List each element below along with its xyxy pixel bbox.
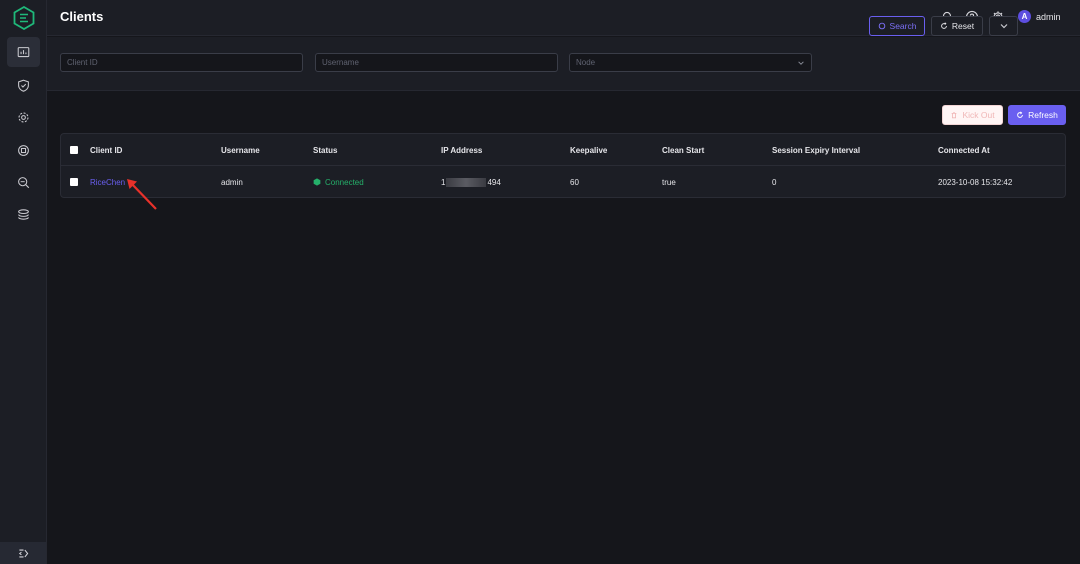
clean-start-cell: true (662, 177, 676, 187)
collapse-icon (18, 549, 28, 557)
sidebar-item-system[interactable] (7, 199, 40, 229)
column-header-clean-start[interactable]: Clean Start (662, 134, 704, 166)
sidebar-collapse-button[interactable] (0, 542, 46, 564)
refresh-button[interactable]: Refresh (1008, 105, 1066, 125)
kick-out-button-label: Kick Out (962, 110, 995, 120)
refresh-button-label: Refresh (1028, 110, 1058, 120)
table-header-row: Client ID Username Status IP Address Kee… (61, 134, 1065, 166)
user-menu[interactable]: A admin (1018, 10, 1061, 23)
chevron-down-icon (1000, 24, 1007, 29)
trash-icon (952, 112, 957, 119)
ip-redaction (446, 177, 487, 187)
ip-prefix: 1 (441, 177, 446, 187)
table-row: RiceChen admin Connected 1 494 60 true 0… (61, 166, 1065, 198)
kick-out-button[interactable]: Kick Out (942, 105, 1003, 125)
client-id-link[interactable]: RiceChen (90, 178, 125, 187)
column-header-keepalive[interactable]: Keepalive (570, 134, 607, 166)
keepalive-cell: 60 (570, 177, 579, 187)
page-title: Clients (60, 9, 104, 24)
sidebar-item-integration[interactable] (7, 135, 40, 165)
search-button[interactable]: Search (869, 16, 925, 36)
emqx-logo-icon[interactable] (12, 6, 36, 30)
node-select-placeholder: Node (576, 58, 596, 67)
select-all-checkbox[interactable] (70, 146, 78, 154)
column-header-connected-at[interactable]: Connected At (938, 134, 990, 166)
top-header: Clients A admin (47, 0, 1080, 36)
shield-icon (18, 79, 29, 92)
search-button-label: Search (889, 21, 917, 31)
connected-at-cell: 2023-10-08 15:32:42 (938, 177, 1013, 187)
session-expiry-cell: 0 (772, 177, 777, 187)
dashboard-icon (17, 46, 30, 57)
diagnose-icon (18, 176, 30, 188)
user-name: admin (1036, 11, 1061, 22)
clients-table: Client ID Username Status IP Address Kee… (60, 133, 1066, 198)
reset-icon (941, 22, 947, 29)
column-header-status[interactable]: Status (313, 134, 337, 166)
status-cell: Connected (313, 166, 364, 198)
client-id-input[interactable] (60, 53, 303, 72)
reset-button[interactable]: Reset (931, 16, 983, 36)
sidebar-item-access-control[interactable] (7, 70, 40, 100)
sidebar-item-diagnose[interactable] (7, 167, 40, 197)
sidebar-item-dashboard[interactable] (7, 37, 40, 67)
sidebar (0, 0, 47, 564)
ip-address-cell: 1 494 (441, 166, 501, 198)
gear-cog-icon (18, 112, 29, 122)
column-header-ip-address[interactable]: IP Address (441, 134, 482, 166)
annotation-arrow-icon (127, 179, 157, 210)
node-select[interactable]: Node (569, 53, 812, 72)
column-header-client-id[interactable]: Client ID (90, 134, 122, 166)
column-header-username[interactable]: Username (221, 134, 260, 166)
connected-status-icon (313, 178, 321, 186)
filter-bar: Node (47, 37, 1080, 91)
chevron-down-icon (798, 60, 804, 65)
reset-button-label: Reset (951, 21, 975, 31)
username-cell: admin (221, 177, 243, 187)
layers-icon (18, 208, 29, 220)
integration-icon (18, 144, 29, 156)
refresh-icon (1017, 111, 1023, 118)
ip-suffix: 494 (487, 177, 501, 187)
status-label: Connected (325, 177, 364, 187)
more-filters-button[interactable] (989, 16, 1018, 36)
column-header-session-expiry[interactable]: Session Expiry Interval (772, 134, 860, 166)
search-icon (878, 22, 885, 30)
sidebar-item-management[interactable] (7, 102, 40, 132)
username-input[interactable] (315, 53, 558, 72)
row-checkbox[interactable] (70, 178, 78, 186)
avatar: A (1018, 10, 1031, 23)
